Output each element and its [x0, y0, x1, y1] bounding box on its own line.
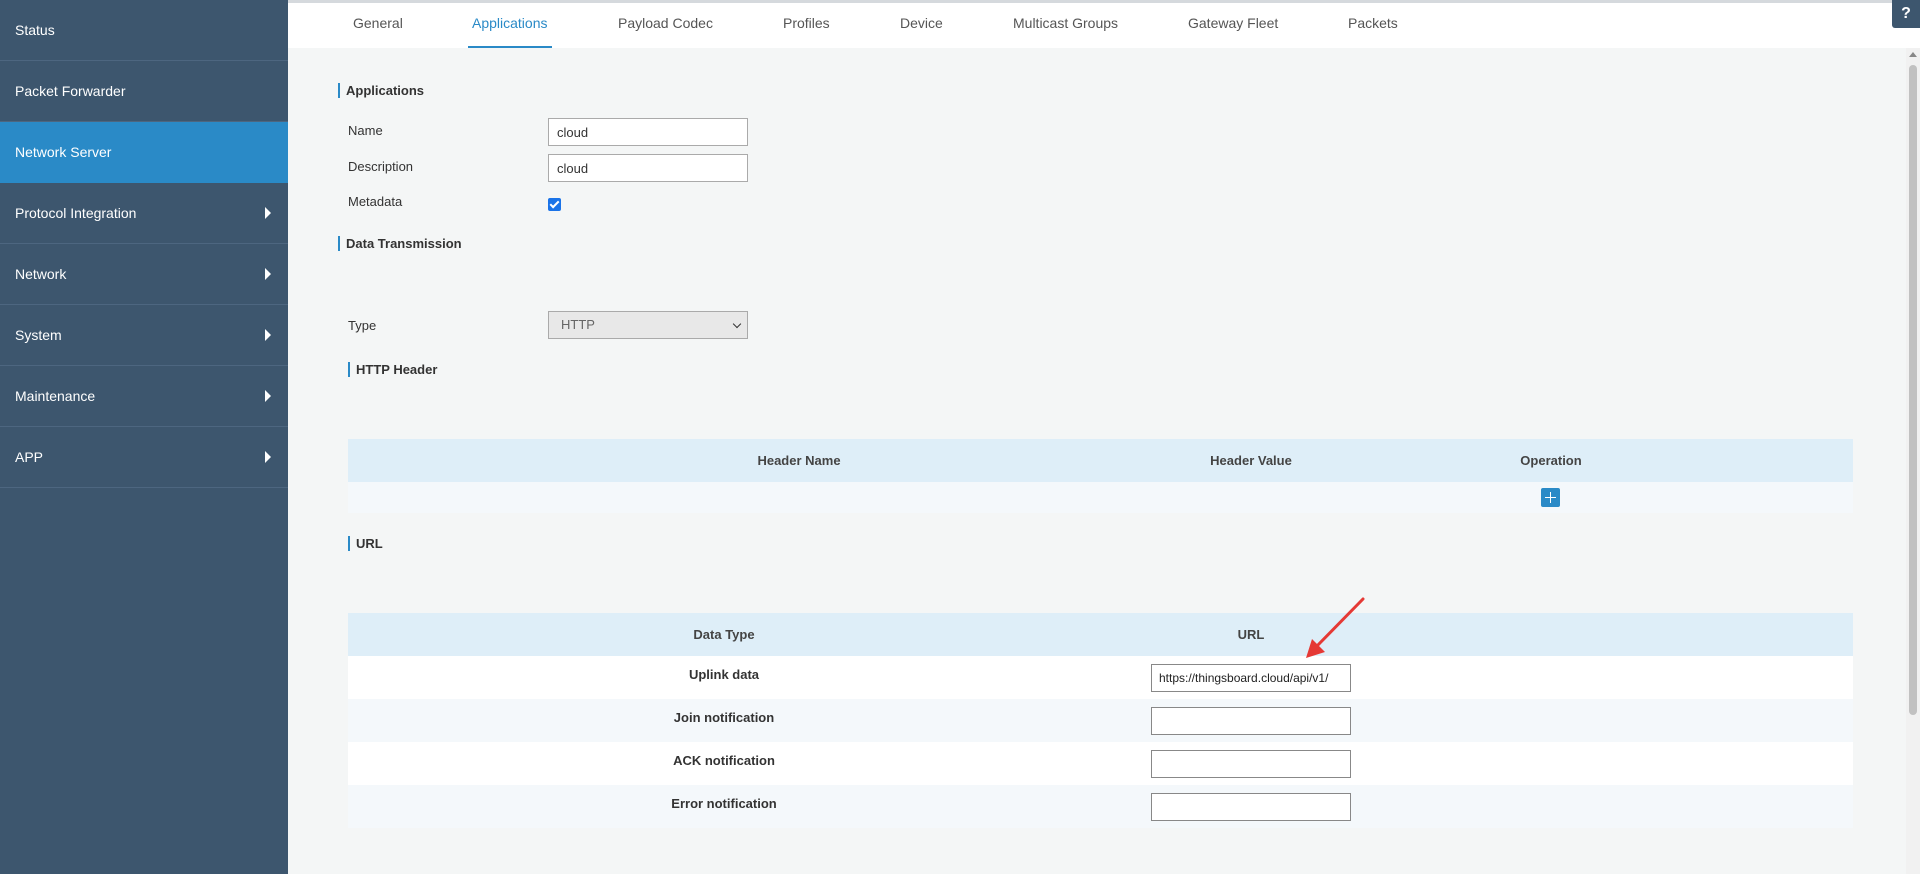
table-row: ACK notification — [348, 742, 1853, 785]
data-type-cell: ACK notification — [673, 753, 775, 768]
metadata-checkbox[interactable] — [548, 198, 561, 211]
main-content: Applications Name Description Metadata D… — [288, 48, 1904, 874]
table-row: Uplink data — [348, 656, 1853, 699]
header-name-column: Header Name — [757, 453, 841, 468]
table-header-row: Header Name Header Value Operation — [348, 439, 1853, 482]
help-button[interactable]: ? — [1892, 0, 1920, 28]
sidebar-item-label: Network Server — [15, 144, 112, 160]
tab-profiles[interactable]: Profiles — [783, 3, 830, 48]
type-select-value: HTTP — [561, 317, 595, 332]
name-input[interactable] — [548, 118, 748, 146]
scroll-up-icon[interactable] — [1909, 52, 1917, 57]
sidebar: Status Packet Forwarder Network Server P… — [0, 0, 288, 874]
type-label: Type — [348, 318, 377, 333]
tab-payload-codec[interactable]: Payload Codec — [618, 3, 713, 48]
sidebar-item-status[interactable]: Status — [0, 0, 288, 61]
http-header-section-title: HTTP Header — [348, 362, 437, 377]
sidebar-item-label: Protocol Integration — [15, 205, 137, 221]
table-header-row: Data Type URL — [348, 613, 1853, 656]
sidebar-item-packet-forwarder[interactable]: Packet Forwarder — [0, 61, 288, 122]
http-header-table: Header Name Header Value Operation — [348, 439, 1853, 513]
sidebar-item-maintenance[interactable]: Maintenance — [0, 366, 288, 427]
table-row — [348, 482, 1853, 513]
caret-right-icon — [265, 390, 271, 402]
top-tab-bar: General Applications Payload Codec Profi… — [288, 0, 1920, 48]
data-type-cell: Error notification — [671, 796, 777, 811]
add-header-button[interactable] — [1541, 488, 1560, 507]
uplink-url-input[interactable] — [1151, 664, 1351, 692]
data-type-cell: Join notification — [673, 710, 775, 725]
description-input[interactable] — [548, 154, 748, 182]
data-type-column: Data Type — [693, 627, 755, 642]
sidebar-item-label: Network — [15, 266, 67, 282]
tab-general[interactable]: General — [353, 3, 403, 48]
sidebar-item-label: System — [15, 327, 62, 343]
tab-multicast-groups[interactable]: Multicast Groups — [1013, 3, 1118, 48]
sidebar-item-label: Status — [15, 22, 55, 38]
ack-notification-url-input[interactable] — [1151, 750, 1351, 778]
data-type-cell: Uplink data — [688, 667, 760, 682]
sidebar-item-network[interactable]: Network — [0, 244, 288, 305]
operation-column: Operation — [1520, 453, 1582, 468]
metadata-label: Metadata — [348, 194, 403, 209]
caret-right-icon — [265, 451, 271, 463]
caret-right-icon — [265, 329, 271, 341]
header-value-column: Header Value — [1210, 453, 1292, 468]
sidebar-item-label: Packet Forwarder — [15, 83, 126, 99]
tab-device[interactable]: Device — [900, 3, 943, 48]
url-table: Data Type URL Uplink data Join notificat… — [348, 613, 1853, 828]
scroll-thumb[interactable] — [1909, 65, 1917, 715]
data-transmission-section-title: Data Transmission — [338, 236, 462, 251]
join-notification-url-input[interactable] — [1151, 707, 1351, 735]
caret-right-icon — [265, 207, 271, 219]
chevron-down-icon — [732, 319, 742, 329]
sidebar-item-system[interactable]: System — [0, 305, 288, 366]
tab-packets[interactable]: Packets — [1348, 3, 1398, 48]
error-notification-url-input[interactable] — [1151, 793, 1351, 821]
tab-applications[interactable]: Applications — [468, 3, 552, 48]
table-row: Join notification — [348, 699, 1853, 742]
url-column: URL — [1237, 627, 1265, 642]
type-select[interactable]: HTTP — [548, 311, 748, 339]
table-row: Error notification — [348, 785, 1853, 828]
vertical-scrollbar[interactable] — [1906, 48, 1920, 874]
caret-right-icon — [265, 268, 271, 280]
tab-gateway-fleet[interactable]: Gateway Fleet — [1188, 3, 1278, 48]
sidebar-item-protocol-integration[interactable]: Protocol Integration — [0, 183, 288, 244]
sidebar-item-label: APP — [15, 449, 44, 465]
name-label: Name — [348, 123, 383, 138]
url-section-title: URL — [348, 536, 383, 551]
applications-section-title: Applications — [338, 83, 424, 98]
description-label: Description — [348, 159, 414, 174]
sidebar-item-network-server[interactable]: Network Server — [0, 122, 288, 183]
sidebar-item-label: Maintenance — [15, 388, 96, 404]
sidebar-item-app[interactable]: APP — [0, 427, 288, 488]
